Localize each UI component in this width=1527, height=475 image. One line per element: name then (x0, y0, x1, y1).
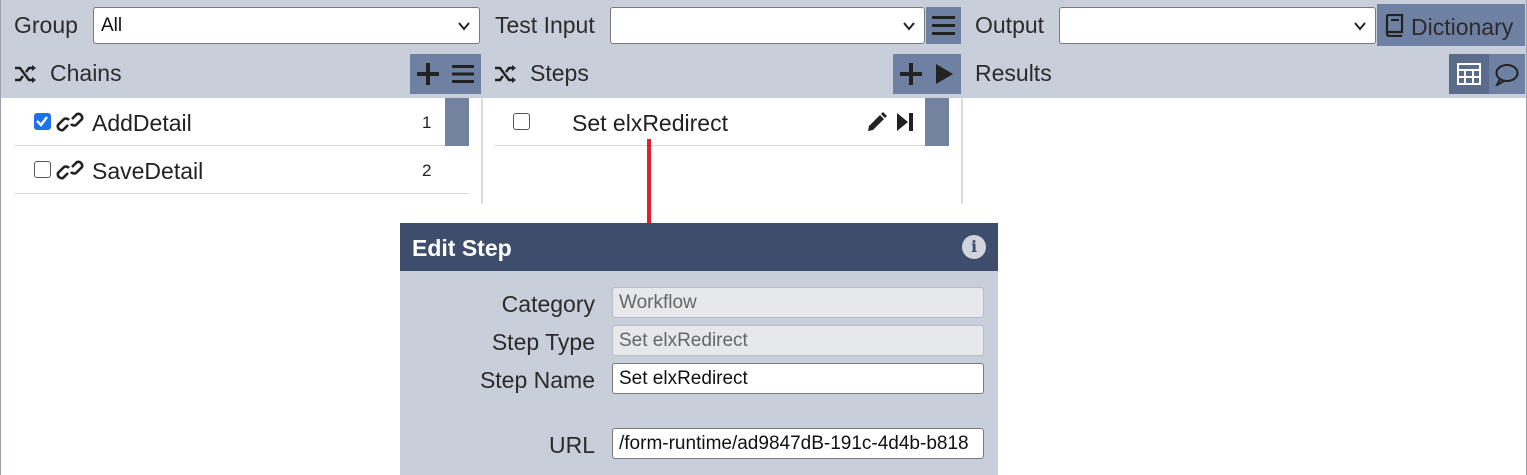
test-input-select[interactable] (610, 7, 925, 44)
connector-line (647, 139, 651, 231)
menu-icon[interactable] (452, 64, 474, 84)
comment-icon (1495, 64, 1519, 86)
step-type-field: Set elxRedirect (612, 325, 984, 356)
comment-view-button[interactable] (1489, 54, 1525, 94)
output-label: Output (975, 12, 1045, 38)
link-icon (56, 112, 84, 132)
panel-headers (1, 50, 1526, 98)
chain-row-adddetail[interactable]: AddDetail 1 (14, 98, 469, 146)
chevron-down-icon (903, 22, 915, 31)
results-title: Results (975, 60, 1052, 86)
chain-checkbox[interactable] (34, 113, 51, 130)
output-select[interactable] (1059, 7, 1376, 44)
steps-scrollbar[interactable] (925, 98, 949, 146)
chain-number: 2 (422, 161, 432, 180)
step-forward-icon[interactable] (896, 112, 914, 132)
chains-title: Chains (50, 60, 122, 86)
step-name-input[interactable]: Set elxRedirect (612, 363, 984, 394)
chain-number: 1 (422, 113, 432, 132)
category-label: Category (501, 291, 595, 317)
check-icon (36, 116, 48, 127)
chain-label: SaveDetail (92, 158, 204, 184)
url-label: URL (548, 432, 595, 458)
url-input[interactable]: /form-runtime/ad9847dB-191c-4d4b-b818 (612, 428, 984, 459)
table-view-button[interactable] (1449, 54, 1489, 94)
group-label: Group (14, 12, 78, 38)
chevron-down-icon (1354, 22, 1366, 31)
steps-actions (893, 54, 961, 94)
book-icon (1385, 14, 1404, 37)
shuffle-icon (15, 65, 36, 83)
chains-scrollbar[interactable] (445, 98, 469, 146)
pencil-icon[interactable] (866, 111, 888, 133)
info-icon[interactable]: i (962, 235, 986, 259)
test-input-label: Test Input (495, 12, 595, 38)
chain-row-savedetail[interactable]: SaveDetail 2 (14, 146, 469, 194)
step-name-label: Step Name (479, 367, 595, 393)
steps-title: Steps (530, 60, 589, 86)
dialog-title: Edit Step (412, 235, 512, 261)
step-type-label: Step Type (491, 329, 595, 355)
menu-icon (932, 16, 955, 35)
shuffle-icon (495, 65, 516, 83)
column-divider[interactable] (481, 98, 483, 204)
category-field: Workflow (612, 287, 984, 318)
step-label: Set elxRedirect (572, 110, 728, 136)
chains-actions (410, 54, 481, 94)
chain-checkbox[interactable] (34, 161, 51, 178)
step-checkbox[interactable] (513, 113, 530, 130)
test-input-menu-button[interactable] (926, 7, 961, 44)
group-select[interactable]: All (93, 7, 480, 44)
add-icon[interactable] (900, 63, 922, 85)
chevron-down-icon (458, 22, 470, 31)
dictionary-label: Dictionary (1411, 14, 1514, 40)
add-icon[interactable] (417, 63, 439, 85)
dialog-header[interactable]: Edit Step (400, 223, 998, 271)
group-select-value: All (101, 15, 123, 36)
column-divider[interactable] (961, 98, 963, 204)
chain-label: AddDetail (92, 110, 192, 136)
link-icon (56, 160, 84, 180)
table-icon (1457, 63, 1481, 85)
dictionary-button[interactable]: Dictionary (1377, 4, 1525, 46)
play-icon[interactable] (935, 64, 953, 84)
step-row[interactable]: Set elxRedirect (494, 98, 949, 146)
